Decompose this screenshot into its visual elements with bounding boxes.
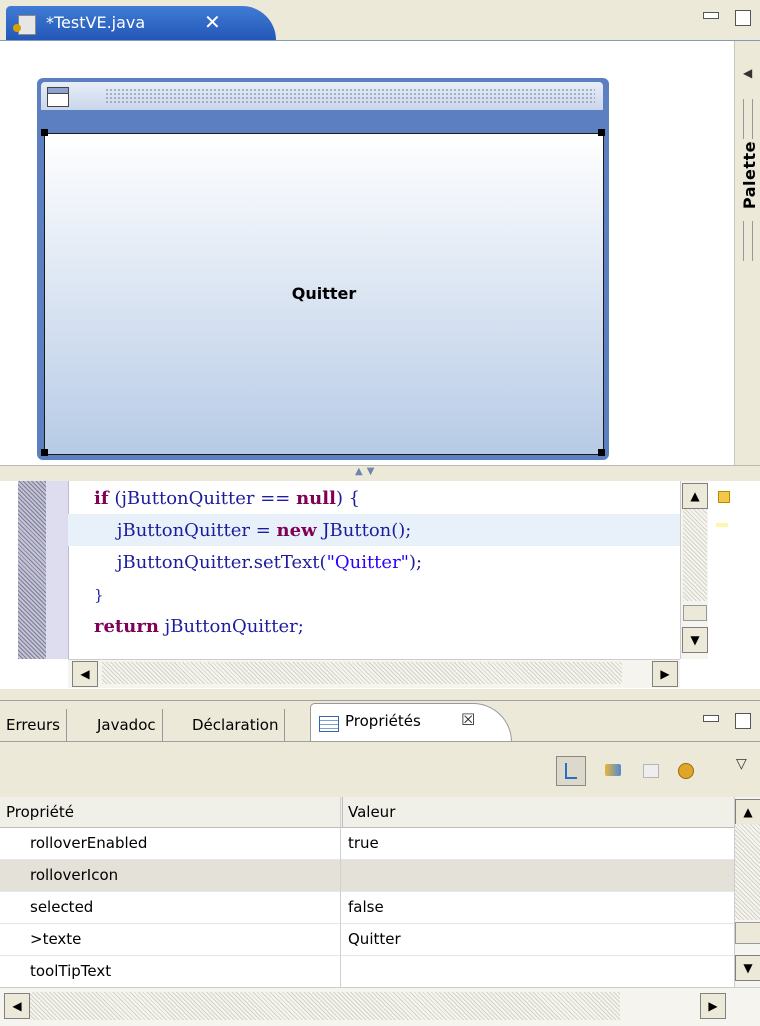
annotation-ruler (46, 481, 69, 659)
editor-tab-label: *TestVE.java (46, 13, 146, 32)
java-file-icon (13, 15, 36, 35)
properties-vertical-scrollbar[interactable]: ▲ ▼ (734, 797, 760, 987)
close-icon[interactable]: ✕ (204, 10, 221, 34)
table-row[interactable]: >texte Quitter (0, 924, 734, 956)
show-advanced-icon[interactable] (603, 760, 623, 780)
property-value[interactable]: true (348, 828, 379, 859)
tab-javadoc[interactable]: Javadoc (91, 709, 163, 741)
grip-icon (743, 221, 753, 261)
editor-tab-bar: *TestVE.java ✕ (0, 0, 760, 41)
code-line: jButtonQuitter = new JButton(); (94, 520, 412, 541)
code-text-area[interactable]: if (jButtonQuitter == null) { jButtonQui… (68, 481, 680, 659)
code-line: } (94, 586, 104, 604)
tab-erreurs[interactable]: Erreurs (0, 709, 67, 741)
minimize-button[interactable] (703, 12, 719, 19)
tab-declaration[interactable]: Déclaration (186, 709, 286, 741)
filter-icon[interactable] (676, 760, 696, 780)
source-editor[interactable]: if (jButtonQuitter == null) { jButtonQui… (0, 481, 760, 689)
close-icon[interactable]: ☒ (461, 710, 475, 729)
code-vertical-scrollbar[interactable]: ▲ ▼ (680, 481, 709, 659)
palette-label: Palette (740, 141, 759, 210)
tab-proprietes[interactable]: Propriétés ☒ (310, 703, 512, 742)
resize-handle-sw[interactable] (41, 449, 48, 456)
properties-table[interactable]: Propriété Valeur rolloverEnabled true ro… (0, 797, 760, 988)
overview-ruler[interactable] (708, 481, 738, 659)
occurrence-marker[interactable] (716, 523, 728, 527)
properties-horizontal-scrollbar[interactable]: ◀ ▶ (0, 987, 760, 1026)
property-name: >texte (30, 930, 82, 948)
column-header-property[interactable]: Propriété (0, 797, 343, 827)
jframe-title-bar[interactable] (41, 82, 603, 110)
views-tab-bar: Erreurs Javadoc Déclaration Propriétés ☒ (0, 700, 760, 742)
property-value[interactable]: false (348, 892, 384, 923)
property-name: rolloverIcon (30, 866, 119, 884)
jbutton-label: Quitter (291, 284, 357, 303)
property-name: toolTipText (30, 962, 112, 980)
column-divider[interactable] (340, 797, 341, 987)
window-icon (47, 87, 69, 107)
property-value[interactable]: Quitter (348, 924, 401, 955)
jframe-preview[interactable]: Quitter (37, 78, 609, 460)
code-horizontal-scrollbar[interactable]: ◀ ▶ (68, 659, 680, 688)
minimize-button[interactable] (703, 715, 719, 722)
palette-sidebar[interactable]: ◀ Palette (734, 41, 760, 465)
scroll-right-button[interactable]: ▶ (652, 661, 678, 687)
scroll-left-button[interactable]: ◀ (4, 993, 30, 1019)
scroll-left-button[interactable]: ◀ (72, 661, 98, 687)
scroll-up-button[interactable]: ▲ (735, 799, 760, 825)
properties-icon (319, 716, 339, 732)
tab-proprietes-label: Propriétés (345, 712, 421, 730)
scroll-thumb[interactable] (683, 605, 707, 621)
jbutton-quitter[interactable]: Quitter (44, 133, 604, 455)
sash-arrows-icon[interactable]: ▲▼ (355, 466, 378, 477)
scroll-track[interactable] (102, 662, 622, 684)
property-name: rolloverEnabled (30, 834, 148, 852)
table-row[interactable]: selected false (0, 892, 734, 924)
editor-tab-testve[interactable]: *TestVE.java ✕ (6, 6, 276, 40)
resize-handle-ne[interactable] (598, 129, 605, 136)
column-header-value[interactable]: Valeur (342, 797, 734, 827)
scroll-track[interactable] (30, 992, 620, 1020)
grip-icon (743, 99, 753, 139)
table-row[interactable]: toolTipText (0, 956, 734, 988)
table-row[interactable]: rolloverEnabled true (0, 828, 734, 860)
collapse-arrow-icon[interactable]: ◀ (743, 66, 752, 80)
resize-handle-se[interactable] (598, 449, 605, 456)
property-name: selected (30, 898, 94, 916)
restore-default-icon[interactable] (640, 760, 660, 780)
scroll-track[interactable] (683, 509, 707, 601)
scroll-up-button[interactable]: ▲ (682, 483, 708, 509)
scroll-track[interactable] (735, 824, 760, 920)
code-line: jButtonQuitter.setText("Quitter"); (94, 552, 423, 573)
properties-toolbar: ▽ (0, 741, 760, 798)
vertical-ruler (18, 481, 46, 659)
warning-marker-icon[interactable] (718, 491, 730, 503)
scroll-right-button[interactable]: ▶ (700, 993, 726, 1019)
scroll-thumb[interactable] (735, 922, 760, 944)
title-bar-pattern (105, 88, 595, 104)
code-line: return jButtonQuitter; (94, 616, 304, 637)
resize-handle-nw[interactable] (41, 129, 48, 136)
code-line: if (jButtonQuitter == null) { (94, 488, 361, 509)
table-header: Propriété Valeur (0, 797, 734, 828)
show-categories-icon[interactable] (556, 756, 586, 786)
maximize-button[interactable] (735, 10, 751, 26)
maximize-button[interactable] (735, 713, 751, 729)
scroll-down-button[interactable]: ▼ (682, 627, 708, 653)
editor-sash[interactable]: ▲▼ (0, 465, 760, 482)
view-menu-icon[interactable]: ▽ (736, 756, 747, 772)
scroll-down-button[interactable]: ▼ (735, 955, 760, 981)
table-row[interactable]: rolloverIcon (0, 860, 734, 892)
